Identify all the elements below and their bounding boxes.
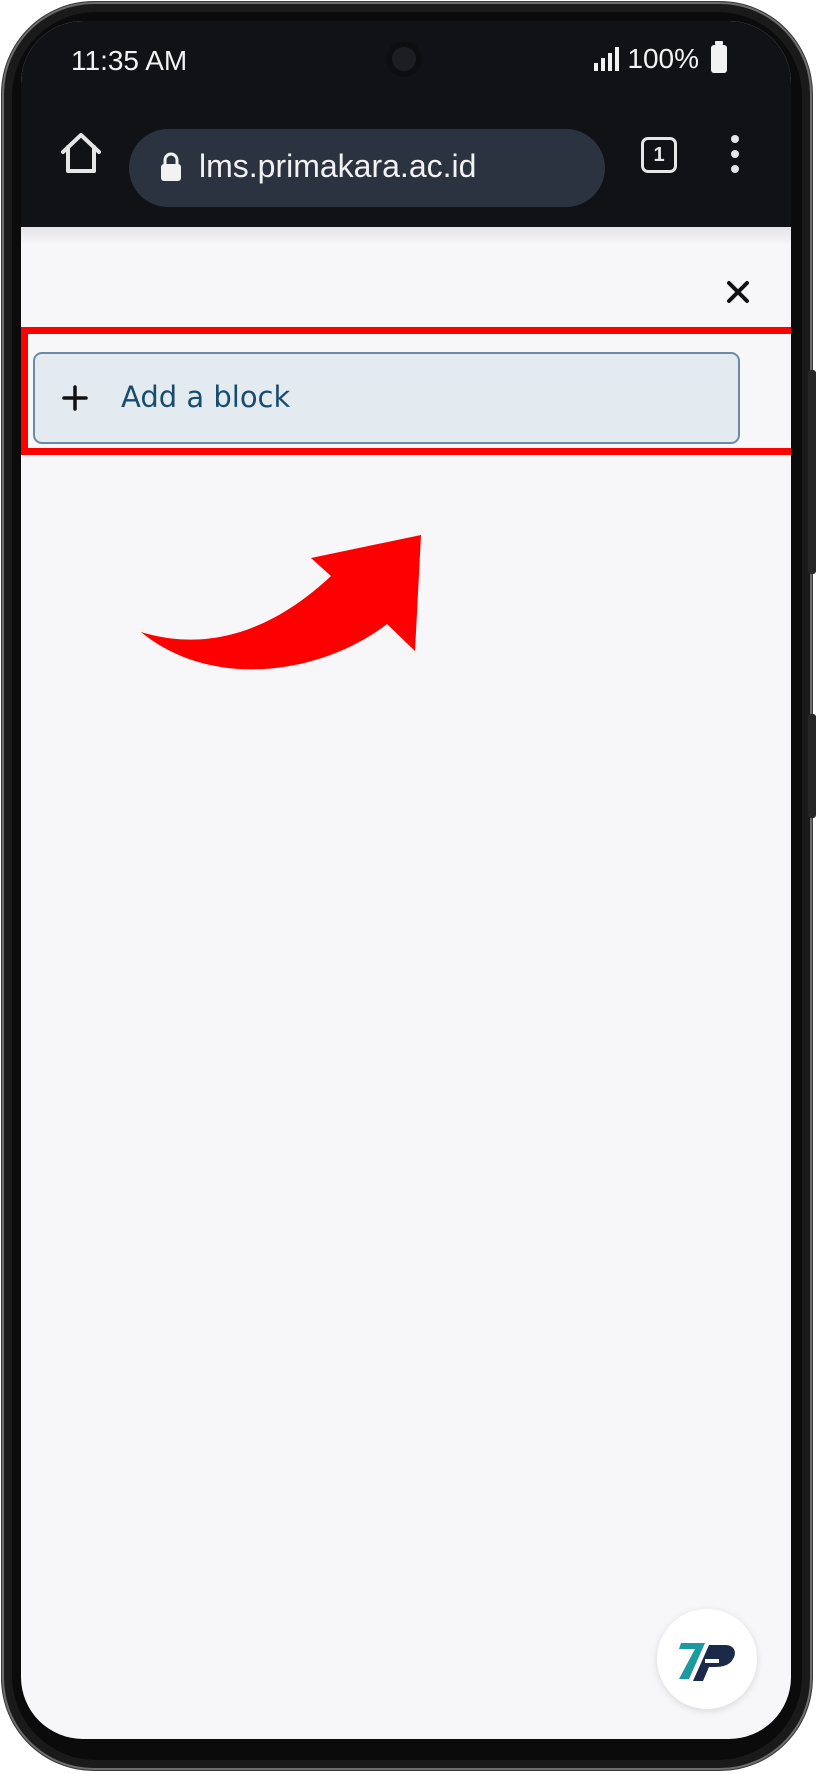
battery-percentage: 100% — [627, 43, 699, 74]
home-icon — [61, 133, 101, 173]
tabs-button[interactable]: 1 — [641, 137, 677, 173]
home-button[interactable] — [53, 125, 109, 181]
highlight-box — [21, 327, 791, 455]
battery-icon — [711, 41, 727, 73]
browser-toolbar: lms.primakara.ac.id 1 — [21, 101, 791, 227]
page-top-shadow — [21, 227, 791, 245]
status-bar: 11:35 AM 100% — [21, 21, 791, 101]
signal-icon — [594, 47, 620, 71]
lock-icon — [161, 152, 181, 181]
more-vert-icon[interactable] — [729, 135, 741, 177]
url-text: lms.primakara.ac.id — [199, 148, 477, 184]
power-button — [808, 714, 816, 818]
floating-logo-button[interactable] — [657, 1609, 757, 1709]
volume-button — [808, 370, 816, 574]
front-camera — [386, 41, 422, 77]
address-bar[interactable]: lms.primakara.ac.id — [129, 129, 605, 207]
arrow-annotation — [141, 535, 421, 670]
primakara-logo-icon — [679, 1643, 735, 1681]
phone-screen: 11:35 AM 100% lms.primakara.ac.id 1 Add … — [21, 21, 791, 1739]
close-icon — [727, 281, 749, 303]
status-indicators: 100% — [594, 41, 727, 75]
status-time: 11:35 AM — [71, 45, 188, 76]
close-button[interactable] — [723, 277, 753, 307]
